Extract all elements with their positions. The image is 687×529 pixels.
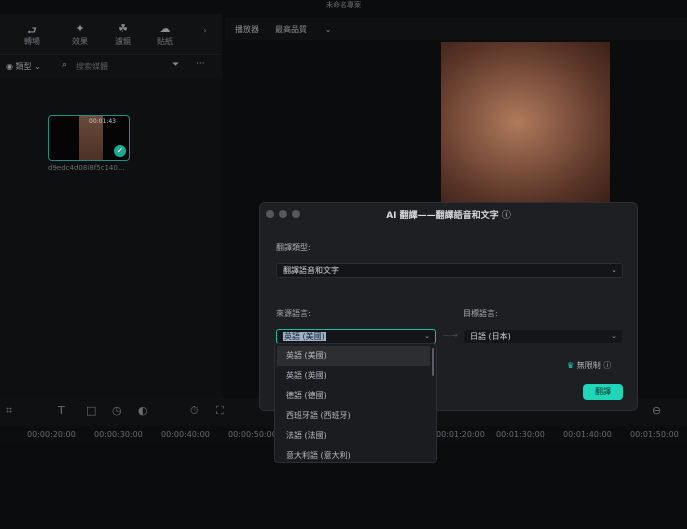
dropdown-option[interactable]: 英語 (英國) <box>275 366 436 386</box>
quality-dropdown[interactable]: 最高品質 ⌄ <box>275 24 332 35</box>
tool-transition[interactable]: ⮐ 轉場 <box>12 22 52 47</box>
check-icon: ✓ <box>114 145 126 157</box>
fit-icon[interactable]: ⛶ <box>216 404 224 418</box>
info-icon[interactable]: ⓘ <box>603 361 611 370</box>
quality-value: 最高品質 <box>275 25 307 34</box>
chevron-down-icon: ⌄ <box>611 266 617 274</box>
tool-label: 效果 <box>72 37 88 46</box>
transition-icon: ⮐ <box>27 24 37 37</box>
dropdown-option[interactable]: 英語 (美國) <box>277 346 430 366</box>
source-language-select[interactable]: 英語 (美國) ⌄ <box>276 329 436 344</box>
crop-icon[interactable]: ⌗ <box>6 404 12 418</box>
filter-type-dropdown[interactable]: ◉ 類型 ⌄ <box>6 61 41 72</box>
tick-label: 00:00:20:00 <box>27 430 76 439</box>
color-icon[interactable]: ◐ <box>138 404 148 417</box>
tool-label: 貼紙 <box>157 37 173 46</box>
tick-label: 00:00:30:00 <box>94 430 143 439</box>
dropdown-option[interactable]: 西班牙語 (西班牙) <box>275 406 436 426</box>
media-search-bar: ◉ 類型 ⌄ ⌕ 搜索媒體 ⏷ ··· <box>0 54 222 78</box>
tick-label: 00:00:50:00 <box>228 430 277 439</box>
tool-label: 轉場 <box>24 37 40 46</box>
tick-label: 00:01:50:00 <box>630 430 679 439</box>
credit-icon: ♛ <box>567 361 575 370</box>
text-icon[interactable]: T <box>58 404 65 417</box>
sticker-icon: ☁ <box>159 22 171 35</box>
tick-label: 00:01:20:00 <box>436 430 485 439</box>
chevron-down-icon: ⌄ <box>424 332 430 340</box>
unlimited-label: 無限制 <box>576 361 601 370</box>
video-preview <box>441 42 610 202</box>
target-label: 目標語言: <box>463 309 498 318</box>
speed-icon[interactable]: ◷ <box>112 404 122 417</box>
tool-effects[interactable]: ✦ 效果 <box>60 22 100 47</box>
media-clip[interactable]: 00:01:43 ✓ <box>48 115 130 161</box>
search-icon: ⌕ <box>62 60 68 70</box>
more-icon[interactable]: ··· <box>196 59 205 69</box>
player-header: 播放器 最高品質 ⌄ <box>225 18 687 40</box>
dropdown-option[interactable]: 法語 (法國) <box>275 426 436 446</box>
clip-name: d9edc4d08i8f5c140... <box>48 164 125 172</box>
dialog-title: AI 翻譯——翻譯語音和文字 <box>386 211 499 221</box>
player-label: 播放器 <box>235 25 259 34</box>
toolbar: ⮐ 轉場 ✦ 效果 ☘ 濾鏡 ☁ 貼紙 › <box>0 14 222 54</box>
tick-label: 00:01:30:00 <box>496 430 545 439</box>
window-title: 未命名專案 <box>326 1 361 9</box>
type-value: 翻譯語音和文字 <box>283 266 339 275</box>
source-language-dropdown: 英語 (美國) 英語 (英國) 德語 (德國) 西班牙語 (西班牙) 法語 (法… <box>274 343 437 463</box>
source-label: 來源語言: <box>276 309 311 318</box>
type-label: 翻譯類型: <box>276 243 311 252</box>
help-icon[interactable]: ⓘ <box>502 211 511 221</box>
translation-type-select[interactable]: 翻譯語音和文字 ⌄ <box>276 263 623 278</box>
dropdown-option[interactable]: 意大利語 (意大利) <box>275 446 436 466</box>
tool-sticker[interactable]: ☁ 貼紙 <box>145 22 185 47</box>
search-input[interactable]: 搜索媒體 <box>76 61 108 72</box>
translate-button[interactable]: 翻譯 <box>583 384 623 400</box>
source-value: 英語 (美國) <box>283 332 326 341</box>
zoom-out-icon[interactable]: ⊖ <box>652 404 661 417</box>
timer-icon[interactable]: ⏱ <box>190 404 199 418</box>
target-language-select[interactable]: 日語 (日本) ⌄ <box>463 329 623 344</box>
chevron-right-icon[interactable]: › <box>195 26 215 35</box>
clip-duration: 00:01:43 <box>89 118 116 125</box>
filter-icon: ☘ <box>118 22 128 35</box>
chevron-down-icon: ⌄ <box>611 332 617 340</box>
tick-label: 00:00:40:00 <box>161 430 210 439</box>
tool-filter[interactable]: ☘ 濾鏡 <box>103 22 143 47</box>
dropdown-scrollbar[interactable] <box>432 348 434 376</box>
tool-label: 濾鏡 <box>115 37 131 46</box>
tick-label: 00:01:40:00 <box>563 430 612 439</box>
filter-icon[interactable]: ⏷ <box>172 60 179 70</box>
effects-icon: ✦ <box>75 22 85 35</box>
shape-icon[interactable]: □ <box>86 404 96 417</box>
arrow-icon: —→ <box>443 331 458 340</box>
dropdown-option[interactable]: 德語 (德國) <box>275 386 436 406</box>
filter-label: 類型 <box>15 62 32 71</box>
unlimited-badge: ♛ 無限制 ⓘ <box>567 360 611 371</box>
target-value: 日語 (日本) <box>470 332 511 341</box>
